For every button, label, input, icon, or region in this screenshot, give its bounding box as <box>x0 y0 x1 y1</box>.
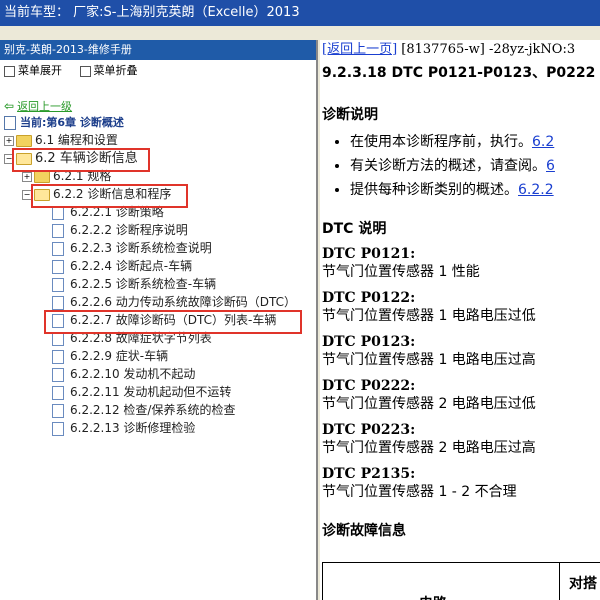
expand-menu-button[interactable]: 菜单展开 <box>4 60 62 82</box>
back-link[interactable]: 返回上一级 <box>17 100 72 113</box>
highlight-box <box>12 148 150 172</box>
dtc-description: 节气门位置传感器 2 电路电压过低 <box>322 396 536 412</box>
tree-item-6-2-2-3[interactable]: 6.2.2.3 诊断系统检查说明 <box>52 240 212 257</box>
document-icon <box>52 421 64 436</box>
expand-toggle-icon[interactable]: + <box>22 171 32 182</box>
expand-toggle-icon[interactable]: + <box>4 135 14 146</box>
collapse-menu-button[interactable]: 菜单折叠 <box>79 60 138 82</box>
reference-link[interactable]: 6.2 <box>532 134 554 150</box>
current-chapter: 当前:第6章 诊断概述 <box>4 114 124 131</box>
content-pane: [返回上一页] [8137765-w] -28yz-jkNO:3 9.2.3.1… <box>320 40 600 600</box>
tree-item-6-1[interactable]: +6.1 编程和设置 <box>4 132 118 149</box>
tree-toolbar: 菜单展开 菜单折叠 <box>0 60 316 82</box>
document-icon <box>52 403 64 418</box>
fault-table: 对搭 电路 <box>322 562 600 600</box>
window-title: 当前车型： 厂家:S-上海别克英朗（Excelle）2013 <box>0 0 600 26</box>
list-item: 有关诊断方法的概述，请查阅。6 <box>350 154 600 178</box>
tree-item-6-2-2-6[interactable]: 6.2.2.6 动力传动系统故障诊断码（DTC） <box>52 294 296 311</box>
document-icon <box>52 349 64 364</box>
document-icon <box>52 241 64 256</box>
tree-item-6-2-2-2[interactable]: 6.2.2.2 诊断程序说明 <box>52 222 188 239</box>
back-arrow-icon: ⇦ <box>4 99 15 113</box>
fault-info-heading: 诊断故障信息 <box>322 523 406 539</box>
back-link-row[interactable]: ⇦ 返回上一级 <box>4 98 72 115</box>
tree-item-6-2-2-10[interactable]: 6.2.2.10 发动机不起动 <box>52 366 195 383</box>
dtc-description: 节气门位置传感器 1 性能 <box>322 264 480 280</box>
tree-item-6-2-2-13[interactable]: 6.2.2.13 诊断修理检验 <box>52 420 195 437</box>
chapter-icon <box>4 115 16 130</box>
dtc-code: DTC P2135: <box>322 466 416 482</box>
dtc-code: DTC P0123: <box>322 334 416 350</box>
diagnostic-description-heading: 诊断说明 <box>322 107 378 123</box>
dtc-code: DTC P0223: <box>322 422 416 438</box>
highlight-box <box>44 310 302 334</box>
dtc-description: 节气门位置传感器 1 电路电压过高 <box>322 352 536 368</box>
dtc-description: 节气门位置传感器 1 电路电压过低 <box>322 308 536 324</box>
highlight-box <box>31 184 188 208</box>
tree-item-6-2-2-11[interactable]: 6.2.2.11 发动机起动但不运转 <box>52 384 231 401</box>
tree-item-6-2-2-5[interactable]: 6.2.2.5 诊断系统检查-车辆 <box>52 276 216 293</box>
dtc-code: DTC P0122: <box>322 290 416 306</box>
table-header-cell: 电路 <box>419 593 447 600</box>
instruction-list: 在使用本诊断程序前，执行。6.2 有关诊断方法的概述，请查阅。6 提供每种诊断类… <box>322 130 600 202</box>
tree-item-6-2-2-12[interactable]: 6.2.2.12 检查/保养系统的检查 <box>52 402 235 419</box>
folder-icon <box>16 134 32 147</box>
reference-link[interactable]: 6.2.2 <box>518 182 554 198</box>
folder-icon <box>34 170 50 183</box>
left-pane: 别克-英朗-2013-维修手册 菜单展开 菜单折叠 ⇦ 返回上一级 当前:第6章 … <box>0 40 318 600</box>
tree-item-6-2-2-4[interactable]: 6.2.2.4 诊断起点-车辆 <box>52 258 192 275</box>
manual-header: 别克-英朗-2013-维修手册 <box>0 40 316 60</box>
page-title: 9.2.3.18 DTC P0121-P0123、P0222 <box>322 65 596 81</box>
back-page-link[interactable]: [返回上一页] <box>322 42 397 57</box>
document-icon <box>52 385 64 400</box>
list-item: 在使用本诊断程序前，执行。6.2 <box>350 130 600 154</box>
table-header-cell: 对搭 <box>569 576 597 592</box>
dtc-description: 节气门位置传感器 2 电路电压过高 <box>322 440 536 456</box>
document-icon <box>52 259 64 274</box>
document-icon <box>52 277 64 292</box>
document-icon <box>52 295 64 310</box>
reference-link[interactable]: 6 <box>546 158 555 174</box>
dtc-code: DTC P0121: <box>322 246 416 262</box>
list-item: 提供每种诊断类别的概述。6.2.2 <box>350 178 600 202</box>
collapse-icon <box>79 65 91 77</box>
dtc-description: 节气门位置传感器 1 - 2 不合理 <box>322 484 517 500</box>
dtc-description-heading: DTC 说明 <box>322 221 387 237</box>
expand-icon <box>4 65 15 77</box>
tree-item-6-2-2-9[interactable]: 6.2.2.9 症状-车辆 <box>52 348 168 365</box>
nav-line: [返回上一页] [8137765-w] -28yz-jkNO:3 <box>322 42 576 57</box>
document-icon <box>52 223 64 238</box>
table-divider <box>559 563 560 600</box>
dtc-code: DTC P0222: <box>322 378 416 394</box>
document-icon <box>52 367 64 382</box>
